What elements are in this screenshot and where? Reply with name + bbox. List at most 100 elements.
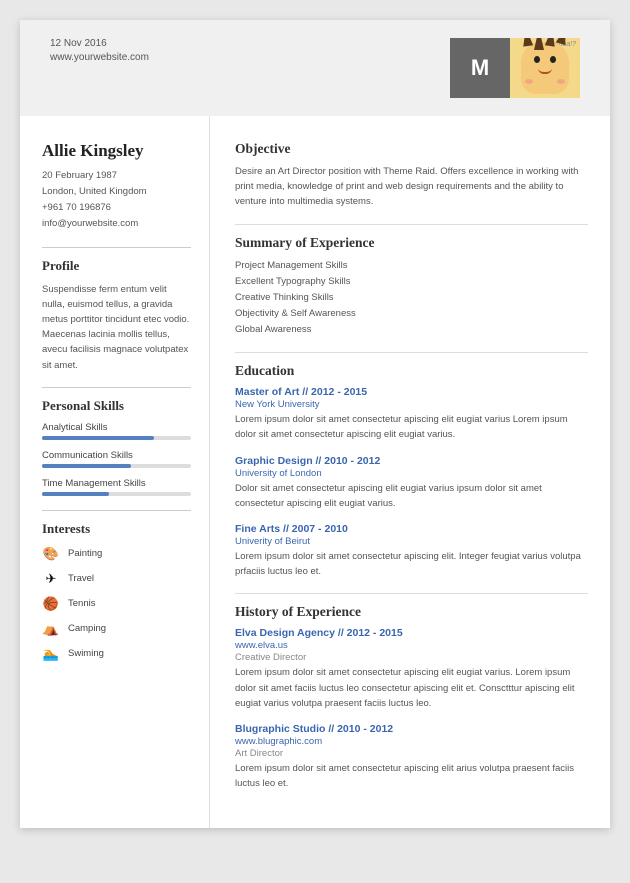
entry-desc: Lorem ipsum dolor sit amet consectetur a… — [235, 761, 588, 791]
skill-bar-bg — [42, 492, 191, 496]
divider-experience — [235, 593, 588, 594]
avatar-cartoon: whoa!? — [510, 38, 580, 98]
header: 12 Nov 2016 www.yourwebsite.com M whoa!? — [20, 20, 610, 116]
entry-title: Blugraphic Studio // 2010 - 2012 — [235, 723, 588, 735]
entry-title: Master of Art // 2012 - 2015 — [235, 386, 588, 398]
profile-title: Profile — [42, 258, 191, 274]
cartoon-eye-left — [534, 56, 540, 63]
skill-bar-fill — [42, 492, 109, 496]
divider-profile — [42, 247, 191, 248]
entry-title: Fine Arts // 2007 - 2010 — [235, 523, 588, 535]
experience-entry: Blugraphic Studio // 2010 - 2012 www.blu… — [235, 723, 588, 791]
entry-school: University of London — [235, 468, 588, 479]
hair-spike-3 — [545, 38, 557, 47]
header-date: 12 Nov 2016 — [50, 38, 149, 49]
summary-item: Objectivity & Self Awareness — [235, 306, 588, 322]
skill-label: Analytical Skills — [42, 422, 191, 433]
entry-school: New York University — [235, 399, 588, 410]
education-entry: Fine Arts // 2007 - 2010 Univerity of Be… — [235, 523, 588, 579]
phone: +961 70 196876 — [42, 202, 111, 213]
summary-title: Summary of Experience — [235, 235, 588, 251]
right-column: Objective Desire an Art Director positio… — [210, 116, 610, 828]
skill-bar-bg — [42, 464, 191, 468]
interest-icon: ⛺ — [42, 620, 60, 638]
interest-label: Tennis — [68, 598, 95, 609]
divider-education — [235, 352, 588, 353]
entry-school: Univerity of Beirut — [235, 536, 588, 547]
entry-desc: Lorem ipsum dolor sit amet consectetur a… — [235, 412, 588, 442]
experience-title: History of Experience — [235, 604, 588, 620]
objective-title: Objective — [235, 141, 588, 157]
interests-container: 🎨 Painting ✈ Travel 🏀 Tennis ⛺ Camping 🏊… — [42, 545, 191, 663]
full-name: Allie Kingsley — [42, 141, 191, 161]
divider-skills — [42, 387, 191, 388]
summary-item: Excellent Typography Skills — [235, 274, 588, 290]
skills-title: Personal Skills — [42, 398, 191, 414]
skill-item: Time Management Skills — [42, 478, 191, 496]
objective-text: Desire an Art Director position with The… — [235, 164, 588, 210]
entry-url: www.elva.us — [235, 640, 588, 651]
interest-label: Travel — [68, 573, 94, 584]
body: Allie Kingsley 20 February 1987 London, … — [20, 116, 610, 828]
hair-spike-1 — [521, 38, 533, 47]
skill-label: Communication Skills — [42, 450, 191, 461]
cartoon-blush-left — [525, 79, 533, 84]
skill-label: Time Management Skills — [42, 478, 191, 489]
skill-item: Analytical Skills — [42, 422, 191, 440]
interests-title: Interests — [42, 521, 191, 537]
summary-item: Project Management Skills — [235, 258, 588, 274]
skill-bar-fill — [42, 436, 154, 440]
dob: 20 February 1987 — [42, 170, 117, 181]
entry-desc: Lorem ipsum dolor sit amet consectetur a… — [235, 665, 588, 711]
summary-item: Global Awareness — [235, 322, 588, 338]
interest-label: Swiming — [68, 648, 104, 659]
interest-icon: 🎨 — [42, 545, 60, 563]
entry-role: Creative Director — [235, 652, 588, 663]
hair-container — [520, 38, 570, 50]
entry-url: www.blugraphic.com — [235, 736, 588, 747]
divider-summary — [235, 224, 588, 225]
education-entry: Graphic Design // 2010 - 2012 University… — [235, 455, 588, 511]
interest-item: 🏀 Tennis — [42, 595, 191, 613]
education-entry: Master of Art // 2012 - 2015 New York Un… — [235, 386, 588, 442]
skills-container: Analytical Skills Communication Skills T… — [42, 422, 191, 496]
profile-text: Suspendisse ferm entum velit nulla, euis… — [42, 282, 191, 373]
interest-label: Camping — [68, 623, 106, 634]
location: London, United Kingdom — [42, 186, 147, 197]
experience-entry: Elva Design Agency // 2012 - 2015 www.el… — [235, 627, 588, 711]
left-column: Allie Kingsley 20 February 1987 London, … — [20, 116, 210, 828]
header-website: www.yourwebsite.com — [50, 52, 149, 63]
skill-bar-fill — [42, 464, 131, 468]
entry-title: Elva Design Agency // 2012 - 2015 — [235, 627, 588, 639]
education-title: Education — [235, 363, 588, 379]
interest-label: Painting — [68, 548, 102, 559]
entry-desc: Dolor sit amet consectetur apiscing elit… — [235, 481, 588, 511]
interest-icon: 🏊 — [42, 645, 60, 663]
header-right: M whoa!? — [450, 38, 580, 98]
experience-container: Elva Design Agency // 2012 - 2015 www.el… — [235, 627, 588, 791]
interest-item: 🎨 Painting — [42, 545, 191, 563]
email: info@yourwebsite.com — [42, 218, 138, 229]
interest-icon: ✈ — [42, 570, 60, 588]
skill-bar-bg — [42, 436, 191, 440]
education-container: Master of Art // 2012 - 2015 New York Un… — [235, 386, 588, 579]
avatar-initial: M — [450, 38, 510, 98]
interest-item: 🏊 Swiming — [42, 645, 191, 663]
hair-spike-4 — [556, 38, 570, 45]
cartoon-eyes — [534, 56, 556, 63]
summary-item: Creative Thinking Skills — [235, 290, 588, 306]
interest-item: ⛺ Camping — [42, 620, 191, 638]
interest-item: ✈ Travel — [42, 570, 191, 588]
summary-list: Project Management SkillsExcellent Typog… — [235, 258, 588, 339]
cartoon-face — [521, 42, 569, 94]
entry-desc: Lorem ipsum dolor sit amet consectetur a… — [235, 549, 588, 579]
entry-title: Graphic Design // 2010 - 2012 — [235, 455, 588, 467]
cartoon-mouth — [538, 68, 552, 74]
interest-icon: 🏀 — [42, 595, 60, 613]
contact-info: 20 February 1987 London, United Kingdom … — [42, 168, 191, 233]
resume-page: 12 Nov 2016 www.yourwebsite.com M whoa!? — [20, 20, 610, 828]
header-left: 12 Nov 2016 www.yourwebsite.com — [50, 38, 149, 63]
hair-spike-2 — [534, 38, 544, 50]
entry-role: Art Director — [235, 748, 588, 759]
skill-item: Communication Skills — [42, 450, 191, 468]
